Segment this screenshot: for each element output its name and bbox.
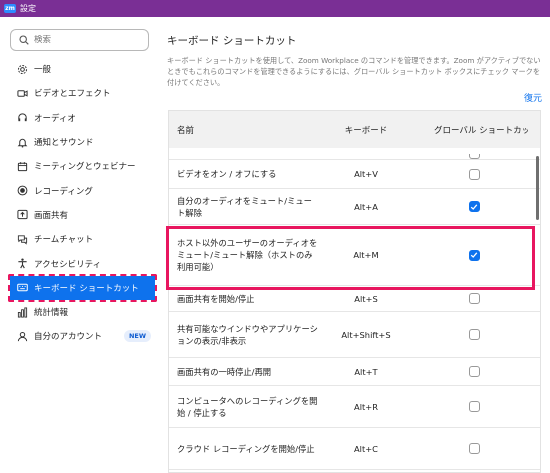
- sidebar-item-recording[interactable]: レコーディング: [10, 178, 155, 202]
- sidebar-item-label: ビデオとエフェクト: [34, 89, 111, 100]
- column-header-keys: キーボード: [344, 125, 388, 136]
- table-row: コンピュータへのレコーディングを開始 / 停止する Alt+R: [169, 386, 540, 428]
- shortcut-keys: Alt+Shift+S: [341, 329, 391, 340]
- record-icon: [16, 185, 28, 197]
- scrollbar-thumb[interactable]: [536, 156, 539, 220]
- sidebar-item-label: 一般: [34, 65, 52, 76]
- person-icon: [16, 330, 28, 342]
- checkmark-icon: [470, 203, 478, 210]
- sidebar-item-label: 画面共有: [34, 210, 69, 221]
- window-title: 設定: [20, 4, 36, 13]
- sidebar-item-general[interactable]: 一般: [10, 57, 155, 81]
- global-checkbox[interactable]: [468, 154, 480, 159]
- table-body: ビデオをオン / オフにする Alt+V 自分のオーディオをミュート/ミュート解…: [169, 148, 540, 470]
- statistics-icon: [16, 306, 28, 318]
- table-scrollbar[interactable]: [535, 150, 540, 450]
- sidebar-item-label: 通知とサウンド: [34, 138, 94, 149]
- sidebar-item-keyboard-shortcuts[interactable]: キーボード ショートカット: [8, 273, 157, 302]
- sidebar-item-accessibility[interactable]: アクセシビリティ: [10, 251, 155, 275]
- sidebar: 一般 ビデオとエフェクト オーディオ 通知とサウンド ミーティングとウェビナー …: [0, 17, 160, 473]
- main-panel: キーボード ショートカット キーボード ショートカットを使用して、Zoom Wo…: [160, 17, 550, 473]
- search-input[interactable]: [34, 35, 134, 45]
- shortcut-name: 共有可能なウインドウやアプリケーションの表示/非表示: [177, 323, 318, 346]
- shortcut-keys: Alt+A: [354, 201, 378, 212]
- calendar-icon: [16, 160, 28, 172]
- global-checkbox[interactable]: [468, 366, 480, 377]
- column-header-name: 名前: [177, 125, 195, 136]
- sidebar-item-screen-share[interactable]: 画面共有: [10, 203, 155, 227]
- share-screen-icon: [16, 209, 28, 221]
- table-row: [169, 148, 540, 160]
- settings-nav: 一般 ビデオとエフェクト オーディオ 通知とサウンド ミーティングとウェビナー …: [8, 57, 157, 349]
- table-row: 画面共有を開始/停止 Alt+S: [169, 286, 540, 312]
- keyboard-icon: [16, 282, 28, 294]
- table-row: 自分のオーディオをミュート/ミュート解除 Alt+A: [169, 189, 540, 225]
- sidebar-item-label: キーボード ショートカット: [34, 283, 139, 294]
- sidebar-item-label: アクセシビリティ: [34, 259, 102, 270]
- global-checkbox[interactable]: [468, 201, 480, 212]
- table-row: 画面共有の一時停止/再開 Alt+T: [169, 358, 540, 386]
- table-row: ビデオをオン / オフにする Alt+V: [169, 160, 540, 189]
- shortcut-name: 画面共有を開始/停止: [177, 293, 255, 304]
- sidebar-item-audio[interactable]: オーディオ: [10, 106, 155, 130]
- gear-icon: [16, 63, 28, 75]
- global-checkbox[interactable]: [468, 293, 480, 304]
- sidebar-item-label: レコーディング: [34, 186, 93, 197]
- video-camera-icon: [16, 87, 28, 99]
- shortcut-keys: Alt+S: [354, 293, 378, 304]
- sidebar-item-meetings[interactable]: ミーティングとウェビナー: [10, 154, 155, 178]
- search-icon: [19, 35, 29, 45]
- title-bar: zm 設定: [0, 0, 550, 17]
- shortcut-name: コンピュータへのレコーディングを開始 / 停止する: [177, 395, 318, 418]
- shortcut-name: クラウド レコーディングを開始/停止: [177, 443, 315, 454]
- sidebar-item-label: 統計情報: [34, 308, 69, 319]
- table-row: 共有可能なウインドウやアプリケーションの表示/非表示 Alt+Shift+S: [169, 312, 540, 358]
- column-header-global: グローバル ショートカット: [434, 125, 528, 136]
- table-row: クラウド レコーディングを開始/停止 Alt+C: [169, 428, 540, 470]
- sidebar-item-label: ミーティングとウェビナー: [34, 162, 136, 173]
- search-box[interactable]: [10, 29, 149, 51]
- zoom-logo-icon: zm: [4, 4, 16, 13]
- sidebar-item-account[interactable]: 自分のアカウント NEW: [10, 324, 155, 348]
- sidebar-item-label: オーディオ: [34, 113, 76, 124]
- table-header: 名前 キーボード グローバル ショートカット: [169, 111, 540, 148]
- bell-icon: [16, 136, 28, 148]
- chat-icon: [16, 233, 28, 245]
- shortcut-keys: Alt+M: [353, 250, 379, 260]
- shortcut-name: ビデオをオン / オフにする: [177, 169, 277, 179]
- shortcut-name: 画面共有の一時停止/再開: [177, 366, 272, 377]
- new-badge: NEW: [123, 330, 151, 343]
- sidebar-item-notifications[interactable]: 通知とサウンド: [10, 130, 155, 154]
- headphones-icon: [16, 112, 28, 124]
- checkmark-icon: [470, 252, 478, 258]
- shortcut-keys: Alt+T: [354, 366, 378, 377]
- page-title: キーボード ショートカット: [167, 35, 297, 47]
- sidebar-item-label: チームチャット: [34, 235, 94, 246]
- restore-link[interactable]: 復元: [524, 91, 542, 104]
- global-checkbox[interactable]: [468, 168, 480, 180]
- shortcut-keys: Alt+C: [354, 443, 378, 454]
- accessibility-icon: [16, 258, 28, 270]
- shortcut-name: ホスト以外のユーザーのオーディオをミュート/ミュート解除（ホストのみ利用可能）: [177, 238, 318, 272]
- shortcut-keys: Alt+V: [354, 169, 378, 179]
- global-checkbox[interactable]: [468, 329, 480, 340]
- sidebar-item-video[interactable]: ビデオとエフェクト: [10, 81, 155, 105]
- sidebar-item-statistics[interactable]: 統計情報: [10, 300, 155, 324]
- global-checkbox[interactable]: [468, 443, 480, 454]
- table-row: ホスト以外のユーザーのオーディオをミュート/ミュート解除（ホストのみ利用可能） …: [169, 225, 540, 286]
- sidebar-item-label: 自分のアカウント: [34, 332, 103, 343]
- global-checkbox[interactable]: [468, 401, 480, 412]
- shortcut-table: 名前 キーボード グローバル ショートカット ビデオをオン / オフにする Al…: [168, 110, 541, 473]
- shortcut-keys: Alt+R: [354, 401, 378, 412]
- page-description: キーボード ショートカットを使用して、Zoom Workplace のコマンドを…: [167, 56, 541, 87]
- global-checkbox[interactable]: [468, 249, 480, 261]
- shortcut-name: 自分のオーディオをミュート/ミュート解除: [177, 195, 312, 218]
- sidebar-item-team-chat[interactable]: チームチャット: [10, 227, 155, 251]
